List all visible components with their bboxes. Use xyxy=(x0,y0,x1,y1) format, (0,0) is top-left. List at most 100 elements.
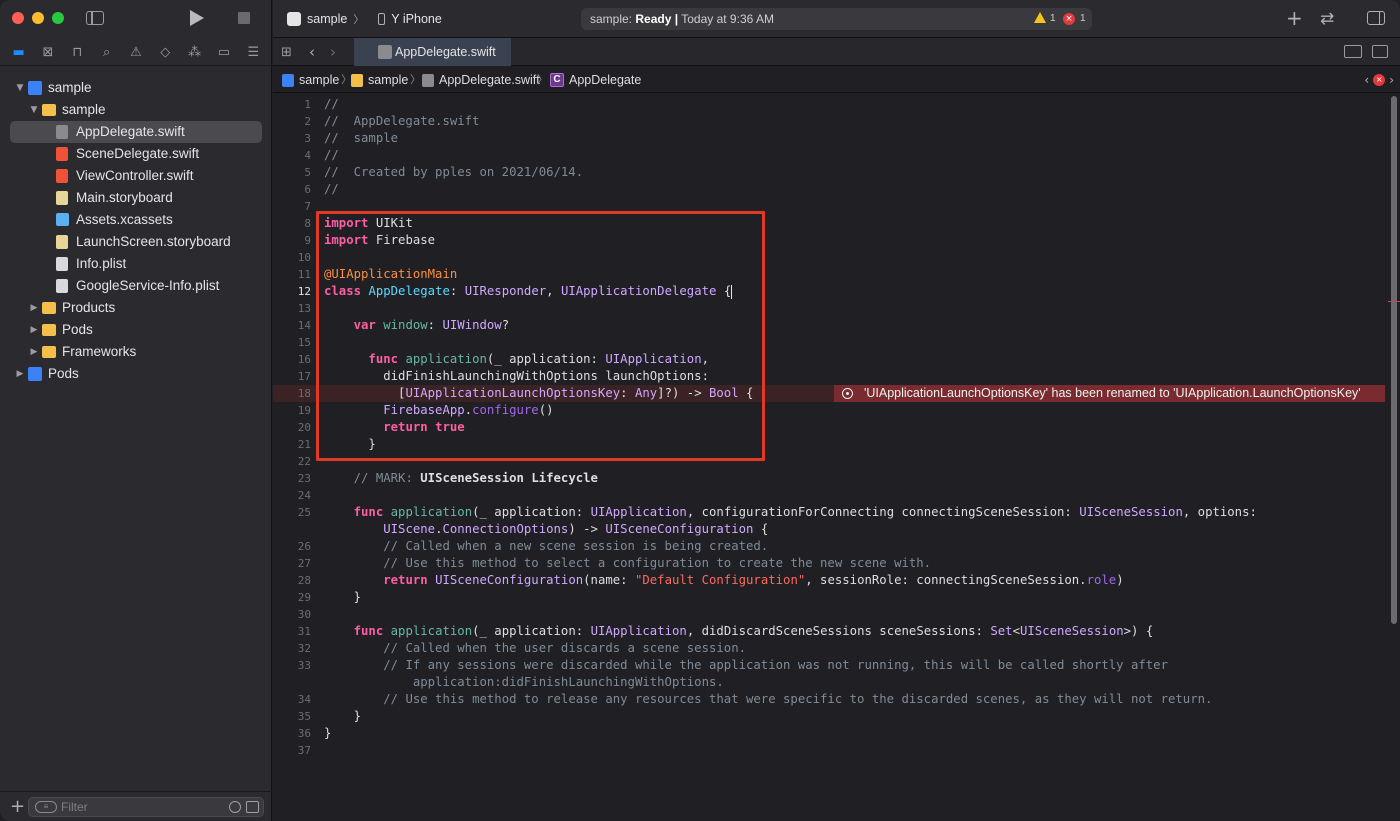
minimize-window-button[interactable] xyxy=(32,12,44,24)
code-line[interactable]: 16 func application(_ application: UIApp… xyxy=(273,351,1385,368)
warning-icon[interactable] xyxy=(1034,12,1048,25)
filter-options-icon[interactable]: ≡ xyxy=(35,801,57,813)
code-line[interactable]: 27 // Use this method to select a config… xyxy=(273,555,1385,572)
related-items-grid-icon[interactable]: ⊞ xyxy=(281,45,292,60)
code-line[interactable]: 35 } xyxy=(273,708,1385,725)
source-control-icon[interactable]: ⊠ xyxy=(40,45,56,61)
find-navigator-search-icon[interactable]: ⌕ xyxy=(99,45,115,61)
chevron-right-icon[interactable]: ▶ xyxy=(28,319,40,341)
device-name[interactable]: Y iPhone xyxy=(391,12,442,26)
file-tree-item[interactable]: ▶ Pods xyxy=(0,363,272,385)
test-navigator-diamond-icon[interactable]: ◇ xyxy=(157,45,173,61)
code-line[interactable]: 4 // xyxy=(273,147,1385,164)
code-line[interactable]: 34 // Use this method to release any res… xyxy=(273,691,1385,708)
inspector-toggle-icon[interactable] xyxy=(1367,11,1385,25)
code-line[interactable]: UIScene.ConnectionOptions) -> UISceneCon… xyxy=(273,521,1385,538)
breakpoint-navigator-tag-icon[interactable]: ▭ xyxy=(216,45,232,61)
code-line[interactable]: 14 var window: UIWindow? xyxy=(273,317,1385,334)
code-line[interactable]: 28 return UISceneConfiguration(name: "De… xyxy=(273,572,1385,589)
editor-options-icon[interactable] xyxy=(1344,45,1362,58)
project-navigator-folder-icon[interactable]: ▬ xyxy=(11,45,27,61)
code-line[interactable]: 1 // xyxy=(273,96,1385,113)
file-tree-item[interactable]: ▶ Products xyxy=(0,297,272,319)
scheme-selector[interactable]: sample 〉 Y iPhone xyxy=(287,11,442,27)
code-line[interactable]: 25 func application(_ application: UIApp… xyxy=(273,504,1385,521)
file-tree-item[interactable]: ▼ sample xyxy=(0,77,272,99)
error-icon[interactable]: × xyxy=(1063,13,1075,25)
code-line[interactable]: 17 didFinishLaunchingWithOptions launchO… xyxy=(273,368,1385,385)
recent-files-clock-icon[interactable] xyxy=(229,801,241,813)
debug-navigator-spray-icon[interactable]: ⁂ xyxy=(187,45,203,61)
filter-field[interactable]: ≡ xyxy=(28,797,264,817)
file-tree-item[interactable]: ▶ Pods xyxy=(0,319,272,341)
next-issue-icon[interactable]: › xyxy=(1389,67,1394,93)
code-line[interactable]: 9 import Firebase xyxy=(273,232,1385,249)
run-icon[interactable] xyxy=(190,10,204,26)
symbol-navigator-icon[interactable]: ⊓ xyxy=(69,45,85,61)
breadcrumb-project[interactable]: sample xyxy=(282,67,339,93)
file-tree-item[interactable]: Assets.xcassets xyxy=(0,209,272,231)
report-navigator-icon[interactable]: ☰ xyxy=(245,45,261,61)
code-line[interactable]: 12 class AppDelegate: UIResponder, UIAppl… xyxy=(273,283,1385,300)
code-line[interactable]: application:didFinishLaunchingWithOption… xyxy=(273,674,1385,691)
add-file-button[interactable]: + xyxy=(10,796,25,817)
file-tree-item[interactable]: AppDelegate.swift xyxy=(10,121,262,143)
file-tree-item[interactable]: GoogleService-Info.plist xyxy=(0,275,272,297)
close-window-button[interactable] xyxy=(12,12,24,24)
code-line[interactable]: 15 xyxy=(273,334,1385,351)
chevron-down-icon[interactable]: ▼ xyxy=(14,77,26,99)
file-tree-item[interactable]: Info.plist xyxy=(0,253,272,275)
code-line[interactable]: 32 // Called when the user discards a sc… xyxy=(273,640,1385,657)
add-editor-split-icon[interactable] xyxy=(1372,45,1388,58)
file-tree-item[interactable]: SceneDelegate.swift xyxy=(0,143,272,165)
breadcrumb-class[interactable]: C AppDelegate xyxy=(550,67,641,93)
library-plus-icon[interactable]: + xyxy=(1286,8,1303,28)
code-line[interactable]: 37 xyxy=(273,742,1385,759)
chevron-right-icon[interactable]: ▶ xyxy=(14,363,26,385)
code-line[interactable]: 24 xyxy=(273,487,1385,504)
breadcrumb-group[interactable]: sample xyxy=(351,67,408,93)
code-line[interactable]: 22 xyxy=(273,453,1385,470)
file-tree-item[interactable]: ViewController.swift xyxy=(0,165,272,187)
code-line[interactable]: 11 @UIApplicationMain xyxy=(273,266,1385,283)
file-tree-item[interactable]: ▼ sample xyxy=(0,99,272,121)
editor-scrollbar[interactable] xyxy=(1391,96,1397,624)
code-line[interactable]: 2 // AppDelegate.swift xyxy=(273,113,1385,130)
file-tree-item[interactable]: LaunchScreen.storyboard xyxy=(0,231,272,253)
breadcrumb-file[interactable]: AppDelegate.swift xyxy=(422,67,540,93)
code-line[interactable]: 8 import UIKit xyxy=(273,215,1385,232)
code-line[interactable]: 33 // If any sessions were discarded whi… xyxy=(273,657,1385,674)
chevron-right-icon[interactable]: ▶ xyxy=(28,297,40,319)
code-line[interactable]: 18 [UIApplicationLaunchOptionsKey: Any]?… xyxy=(273,385,1385,402)
code-line[interactable]: 31 func application(_ application: UIApp… xyxy=(273,623,1385,640)
code-line[interactable]: 20 return true xyxy=(273,419,1385,436)
code-line[interactable]: 36} xyxy=(273,725,1385,742)
forward-chevron-icon[interactable]: › xyxy=(330,43,336,61)
inline-error-message[interactable]: 'UIApplicationLaunchOptionsKey' has been… xyxy=(834,385,1385,402)
chevron-right-icon[interactable]: ▶ xyxy=(28,341,40,363)
back-chevron-icon[interactable]: ‹ xyxy=(309,43,315,61)
error-icon[interactable]: × xyxy=(1373,74,1386,86)
filter-input[interactable] xyxy=(61,799,221,815)
previous-issue-icon[interactable]: ‹ xyxy=(1364,67,1369,93)
code-line[interactable]: 23 // MARK: UISceneSession Lifecycle xyxy=(273,470,1385,487)
code-line[interactable]: 3 // sample xyxy=(273,130,1385,147)
error-icon[interactable] xyxy=(842,388,853,399)
code-line[interactable]: 30 xyxy=(273,606,1385,623)
source-editor[interactable]: 1 // 2 // AppDelegate.swift 3 // sample 4 // 5 //… xyxy=(273,94,1400,821)
code-line[interactable]: 6 // xyxy=(273,181,1385,198)
code-line[interactable]: 29 } xyxy=(273,589,1385,606)
code-line[interactable]: 7 xyxy=(273,198,1385,215)
code-line[interactable]: 10 xyxy=(273,249,1385,266)
code-line[interactable]: 26 // Called when a new scene session is… xyxy=(273,538,1385,555)
issue-navigator-warning-icon[interactable]: ⚠ xyxy=(128,45,144,61)
sidebar-toggle-icon[interactable] xyxy=(86,11,104,25)
zoom-window-button[interactable] xyxy=(52,12,64,24)
code-review-swap-icon[interactable]: ⇄ xyxy=(1320,9,1334,29)
file-tree-item[interactable]: Main.storyboard xyxy=(0,187,272,209)
chevron-down-icon[interactable]: ▼ xyxy=(28,99,40,121)
tab-appdelegate[interactable]: AppDelegate.swift xyxy=(354,38,511,66)
code-line[interactable]: 19 FirebaseApp.configure() xyxy=(273,402,1385,419)
code-line[interactable]: 5 // Created by pples on 2021/06/14. xyxy=(273,164,1385,181)
stop-icon[interactable] xyxy=(238,12,250,24)
